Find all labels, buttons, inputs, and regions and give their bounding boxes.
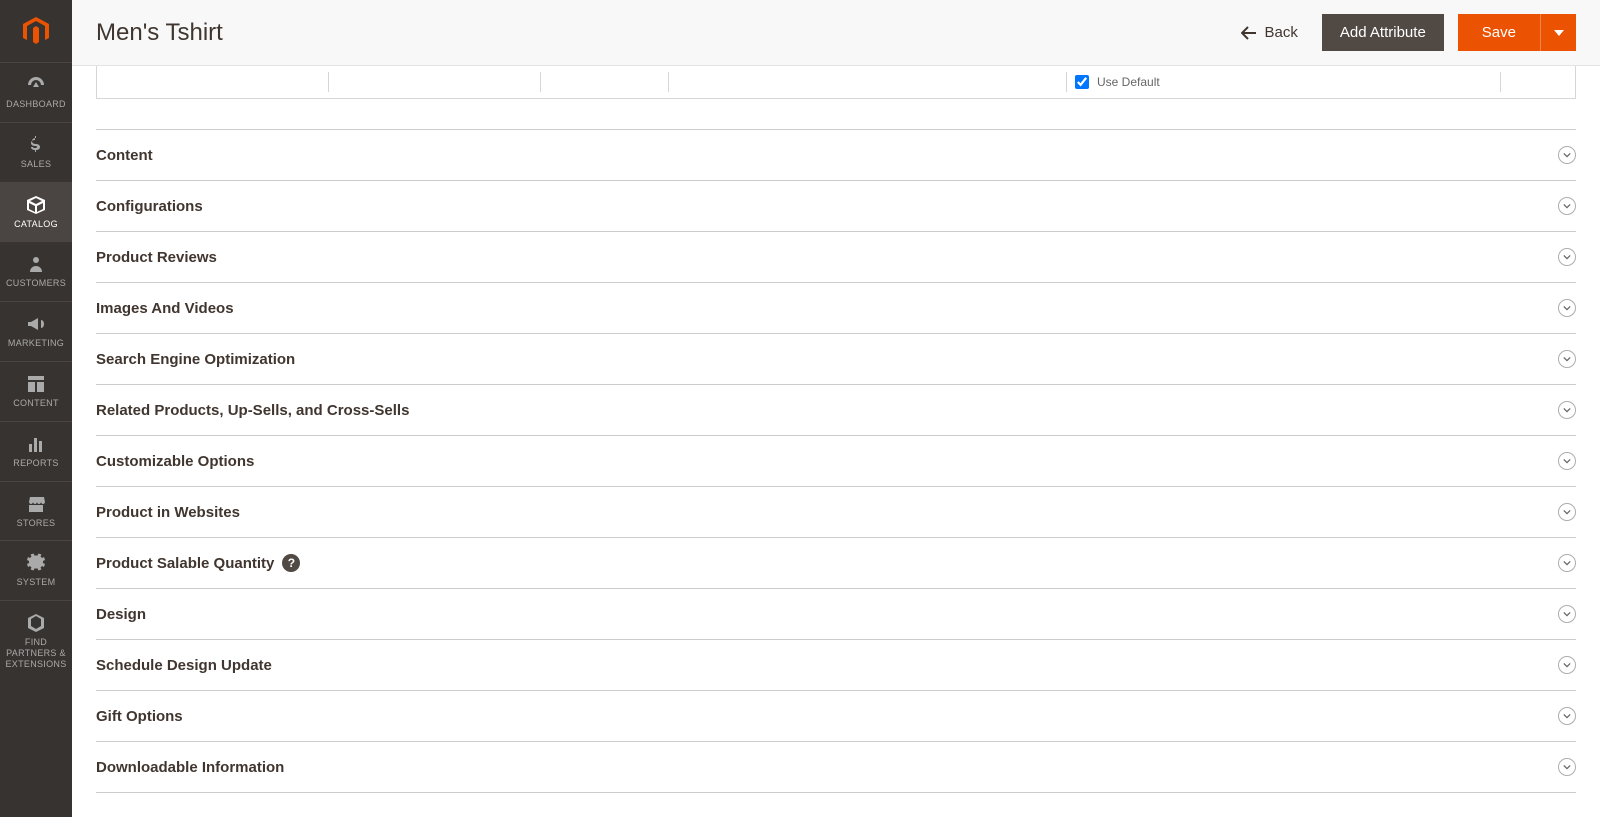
sidebar: DASHBOARD SALES CATALOG CUSTOMERS MARKETING C… <box>0 0 72 817</box>
sidebar-item-label: STORES <box>17 518 56 529</box>
accordion-sections: Content Configurations Product Reviews Imag… <box>96 129 1576 793</box>
section-title: Search Engine Optimization <box>96 351 295 368</box>
section-title: Related Products, Up-Sells, and Cross-Se… <box>96 402 409 419</box>
section-downloadable-information[interactable]: Downloadable Information <box>96 742 1576 793</box>
sidebar-item-system[interactable]: SYSTEM <box>0 540 72 600</box>
chevron-down-icon[interactable] <box>1558 146 1576 164</box>
chevron-down-icon[interactable] <box>1558 197 1576 215</box>
back-button[interactable]: Back <box>1231 16 1308 49</box>
section-title: Gift Options <box>96 708 183 725</box>
chevron-down-icon[interactable] <box>1558 554 1576 572</box>
save-dropdown-toggle[interactable] <box>1540 14 1576 51</box>
section-content[interactable]: Content <box>96 129 1576 181</box>
table-cell <box>669 72 1067 92</box>
sidebar-item-label: CUSTOMERS <box>6 278 66 289</box>
section-title: Images And Videos <box>96 300 234 317</box>
sidebar-item-label: FIND PARTNERS & EXTENSIONS <box>4 637 68 669</box>
table-cell <box>107 72 329 92</box>
logo[interactable] <box>0 0 72 62</box>
megaphone-icon <box>26 314 46 334</box>
dashboard-icon <box>26 75 46 95</box>
chevron-down-icon[interactable] <box>1558 707 1576 725</box>
page-title: Men's Tshirt <box>96 19 223 47</box>
caret-down-icon <box>1554 28 1564 38</box>
table-cell <box>329 72 541 92</box>
section-design[interactable]: Design <box>96 589 1576 640</box>
section-title: Product in Websites <box>96 504 240 521</box>
bars-icon <box>26 434 46 454</box>
page-header: Men's Tshirt Back Add Attribute Save <box>72 0 1600 66</box>
chevron-down-icon[interactable] <box>1558 656 1576 674</box>
section-title: Content <box>96 147 153 164</box>
sidebar-item-label: MARKETING <box>8 338 64 349</box>
sidebar-item-label: SALES <box>21 159 52 170</box>
section-customizable-options[interactable]: Customizable Options <box>96 436 1576 487</box>
box-icon <box>26 195 46 215</box>
magento-icon <box>20 15 52 47</box>
sidebar-item-marketing[interactable]: MARKETING <box>0 301 72 361</box>
chevron-down-icon[interactable] <box>1558 503 1576 521</box>
person-icon <box>26 254 46 274</box>
back-label: Back <box>1265 24 1298 41</box>
section-product-reviews[interactable]: Product Reviews <box>96 232 1576 283</box>
table-cell <box>1501 72 1565 92</box>
layout-icon <box>26 374 46 394</box>
attribute-table-row-fragment: Use Default <box>96 66 1576 99</box>
chevron-down-icon[interactable] <box>1558 350 1576 368</box>
sidebar-item-catalog[interactable]: CATALOG <box>0 182 72 242</box>
section-title: Configurations <box>96 198 203 215</box>
section-title: Customizable Options <box>96 453 254 470</box>
save-button-group: Save <box>1458 14 1576 51</box>
section-search-engine-optimization[interactable]: Search Engine Optimization <box>96 334 1576 385</box>
sidebar-item-find-partners-extensions[interactable]: FIND PARTNERS & EXTENSIONS <box>0 600 72 681</box>
sidebar-item-sales[interactable]: SALES <box>0 122 72 182</box>
chevron-down-icon[interactable] <box>1558 299 1576 317</box>
puzzle-icon <box>26 613 46 633</box>
dollar-icon <box>26 135 46 155</box>
sidebar-item-label: CONTENT <box>13 398 59 409</box>
storefront-icon <box>26 494 46 514</box>
sidebar-item-label: REPORTS <box>13 458 58 469</box>
sidebar-item-content[interactable]: CONTENT <box>0 361 72 421</box>
chevron-down-icon[interactable] <box>1558 452 1576 470</box>
help-icon[interactable]: ? <box>282 554 300 572</box>
section-title: Product Reviews <box>96 249 217 266</box>
gear-icon <box>26 553 46 573</box>
section-images-and-videos[interactable]: Images And Videos <box>96 283 1576 334</box>
use-default-text: Use Default <box>1097 75 1160 89</box>
sidebar-item-customers[interactable]: CUSTOMERS <box>0 241 72 301</box>
section-title: Downloadable Information <box>96 759 284 776</box>
section-configurations[interactable]: Configurations <box>96 181 1576 232</box>
table-cell: Use Default <box>1067 72 1501 92</box>
save-button[interactable]: Save <box>1458 14 1540 51</box>
sidebar-item-dashboard[interactable]: DASHBOARD <box>0 62 72 122</box>
section-title: Product Salable Quantity? <box>96 554 300 572</box>
section-schedule-design-update[interactable]: Schedule Design Update <box>96 640 1576 691</box>
sidebar-item-label: CATALOG <box>14 219 58 230</box>
chevron-down-icon[interactable] <box>1558 758 1576 776</box>
header-actions: Back Add Attribute Save <box>1231 14 1576 51</box>
sidebar-item-label: DASHBOARD <box>6 99 66 110</box>
add-attribute-button[interactable]: Add Attribute <box>1322 14 1444 51</box>
section-title: Schedule Design Update <box>96 657 272 674</box>
section-product-in-websites[interactable]: Product in Websites <box>96 487 1576 538</box>
section-product-salable-quantity[interactable]: Product Salable Quantity? <box>96 538 1576 589</box>
section-related-products-up-sells-and-cross-sells[interactable]: Related Products, Up-Sells, and Cross-Se… <box>96 385 1576 436</box>
arrow-left-icon <box>1241 26 1257 40</box>
sidebar-item-reports[interactable]: REPORTS <box>0 421 72 481</box>
section-gift-options[interactable]: Gift Options <box>96 691 1576 742</box>
use-default-checkbox[interactable] <box>1075 75 1089 89</box>
section-title: Design <box>96 606 146 623</box>
chevron-down-icon[interactable] <box>1558 401 1576 419</box>
use-default-checkbox-label[interactable]: Use Default <box>1075 75 1160 89</box>
chevron-down-icon[interactable] <box>1558 248 1576 266</box>
chevron-down-icon[interactable] <box>1558 605 1576 623</box>
table-cell <box>541 72 669 92</box>
sidebar-item-stores[interactable]: STORES <box>0 481 72 541</box>
sidebar-item-label: SYSTEM <box>17 577 56 588</box>
